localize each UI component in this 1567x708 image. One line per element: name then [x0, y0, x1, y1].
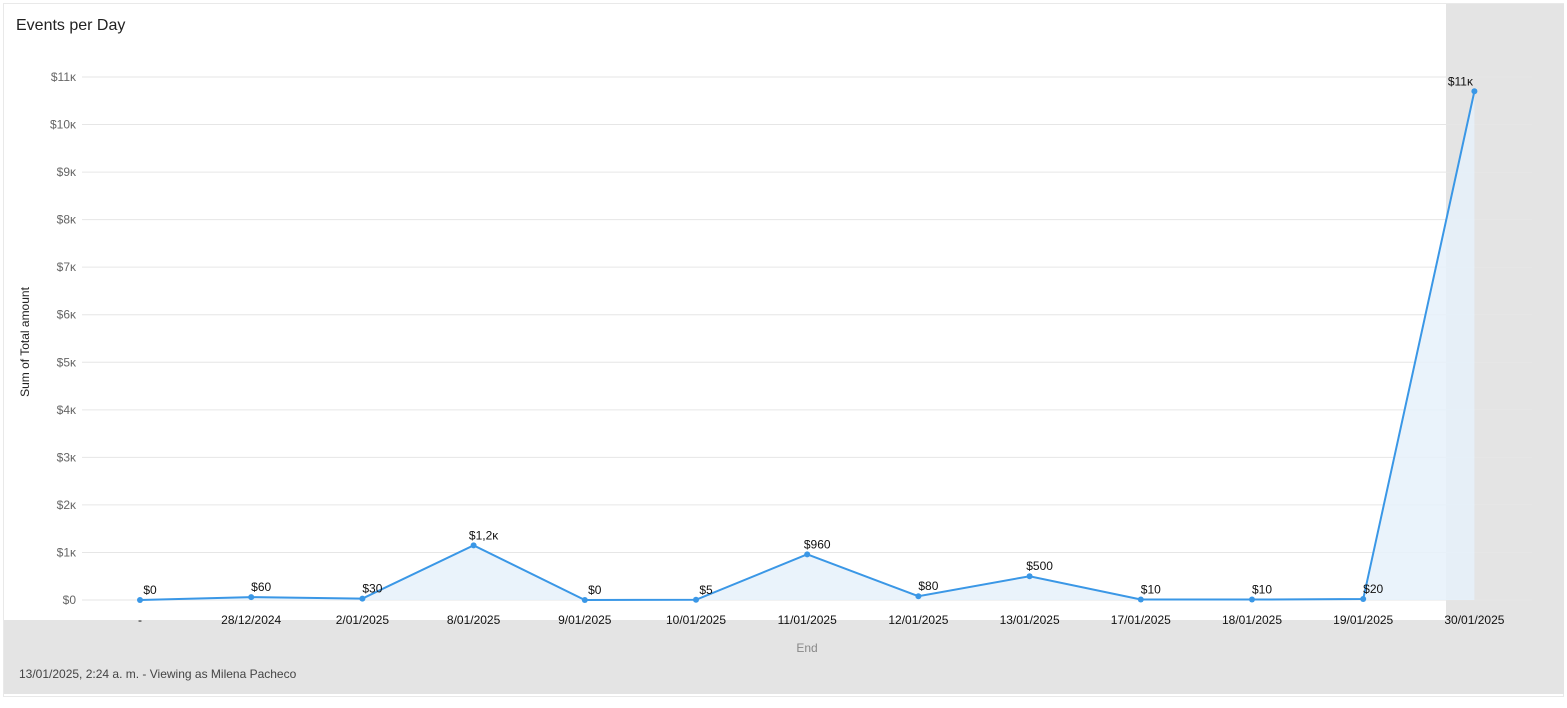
data-point [1249, 596, 1255, 603]
x-tick-label: 12/01/2025 [888, 613, 948, 627]
y-tick-label: $4κ [57, 403, 77, 417]
data-point [581, 597, 588, 603]
x-tick-label: 2/01/2025 [336, 613, 390, 627]
data-label: $960 [804, 537, 831, 551]
data-point [137, 597, 143, 603]
data-point [693, 596, 699, 603]
data-label: $10 [1141, 583, 1161, 597]
data-point [1360, 596, 1367, 603]
series-line [139, 91, 1476, 602]
y-tick-label: $1κ [57, 545, 77, 559]
x-tick-label: 30/01/2025 [1444, 613, 1504, 627]
data-label: $60 [251, 580, 271, 594]
x-tick-label: - [138, 613, 142, 627]
y-tick-label: $2κ [57, 498, 77, 512]
x-tick-label: 28/12/2024 [221, 613, 281, 627]
x-tick-label: 18/01/2025 [1222, 613, 1282, 627]
footer-timestamp: 13/01/2025, 2:24 a. m. - Viewing as Mile… [19, 667, 297, 681]
y-tick-label: $3κ [57, 450, 77, 464]
y-tick-label: $9κ [57, 165, 77, 179]
series-area [140, 91, 1475, 600]
y-tick-label: $10κ [50, 118, 77, 132]
y-axis-label: Sum of Total amount [18, 287, 32, 397]
data-label: $0 [588, 583, 602, 597]
data-point [804, 551, 811, 558]
x-tick-label: 11/01/2025 [778, 613, 837, 627]
y-tick-label: $6κ [57, 308, 77, 322]
data-label: $80 [918, 579, 938, 593]
data-point [248, 594, 255, 601]
data-point [470, 542, 477, 549]
x-tick-label: 9/01/2025 [558, 613, 612, 627]
data-label: $500 [1026, 559, 1053, 573]
data-point [915, 593, 922, 600]
y-tick-label: $11κ [51, 70, 77, 84]
data-label: $1,2κ [469, 528, 499, 542]
chart-plot: $0 $1κ $2κ $3κ $4κ $5κ $6κ $7κ $8κ $9κ $10κ $11κ $0 -… [50, 70, 1532, 627]
y-tick-label: $5κ [57, 355, 77, 369]
x-axis-label: End [796, 641, 818, 655]
data-point [1026, 573, 1033, 580]
data-label: $0 [143, 583, 157, 597]
y-tick-label: $0 [63, 593, 77, 607]
data-label: $10 [1252, 583, 1272, 597]
y-tick-label: $7κ [57, 260, 77, 274]
chart-title: Events per Day [16, 17, 126, 34]
x-tick-label: 17/01/2025 [1111, 613, 1171, 627]
data-point [359, 595, 366, 602]
x-tick-label: 13/01/2025 [1000, 613, 1060, 627]
data-label: $30 [362, 582, 382, 596]
data-label: $5 [699, 583, 713, 597]
data-point [1137, 596, 1144, 603]
x-tick-label: 10/01/2025 [666, 613, 726, 627]
y-tick-label: $8κ [57, 213, 77, 227]
data-point [1471, 88, 1478, 95]
x-tick-label: 19/01/2025 [1333, 613, 1393, 627]
x-tick-label: 8/01/2025 [447, 613, 501, 627]
data-label: $20 [1363, 582, 1383, 596]
data-label: $11κ [1448, 74, 1474, 88]
